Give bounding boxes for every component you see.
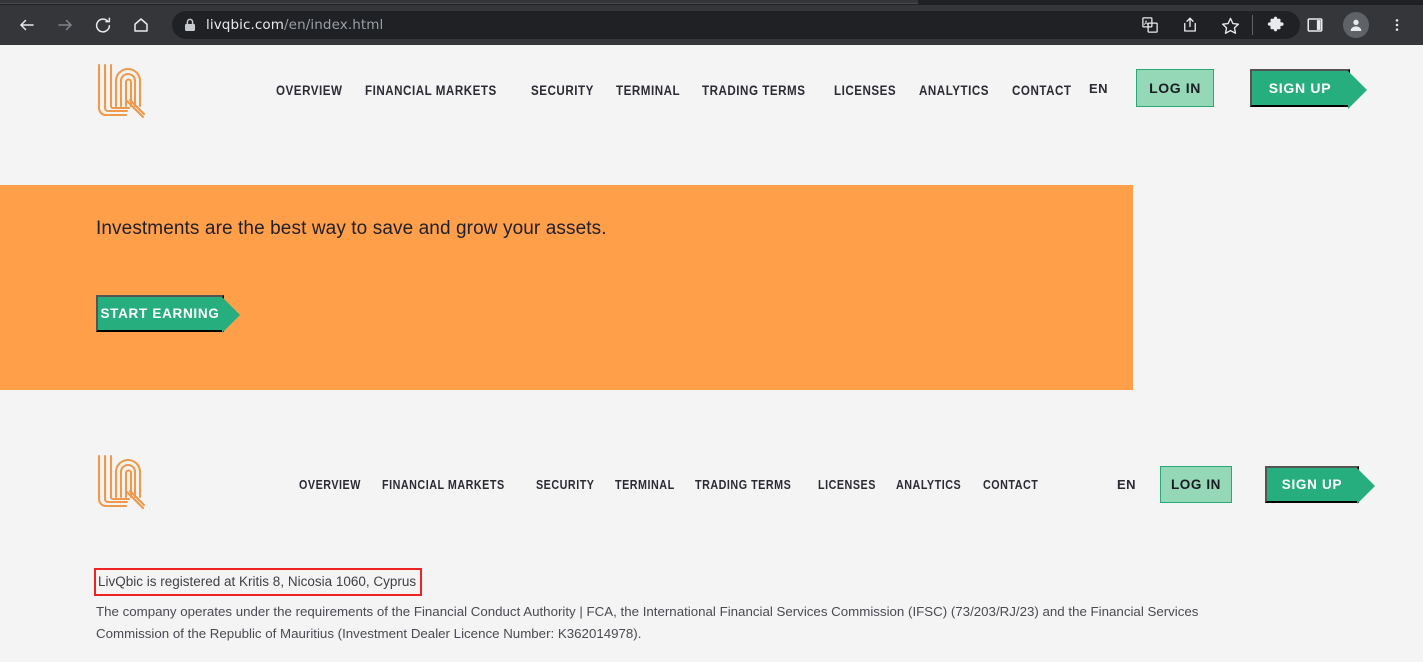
registration-address-highlight: LivQbic is registered at Kritis 8, Nicos… [93, 568, 423, 596]
site-logo[interactable] [96, 62, 146, 122]
hero-title: Investments are the best way to save and… [96, 218, 607, 239]
profile-avatar-icon[interactable] [1343, 12, 1369, 38]
site-header: OVERVIEW FINANCIAL MARKETS SECURITY TERM… [0, 45, 1423, 140]
footer-nav-link-contact[interactable]: CONTACT [983, 478, 1038, 492]
nav-link-trading-terms[interactable]: TRADING TERMS [702, 83, 805, 98]
footer-nav-link-analytics[interactable]: ANALYTICS [896, 478, 961, 492]
nav-link-financial-markets[interactable]: FINANCIAL MARKETS [365, 83, 497, 98]
footer-signup-button[interactable]: SIGN UP [1265, 466, 1375, 504]
browser-nav-buttons [0, 10, 160, 40]
back-icon[interactable] [12, 10, 42, 40]
bookmark-star-icon[interactable] [1216, 11, 1244, 39]
footer-nav-link-terminal[interactable]: TERMINAL [615, 478, 675, 492]
share-icon[interactable] [1176, 11, 1204, 39]
footer-logo[interactable] [96, 453, 146, 513]
header-actions: EN LOG IN SIGN UP [1089, 69, 1367, 109]
footer-actions: EN LOG IN SIGN UP [1117, 466, 1375, 504]
forward-icon[interactable] [50, 10, 80, 40]
translate-icon[interactable]: A [1136, 11, 1164, 39]
footer-language-selector[interactable]: EN [1117, 477, 1136, 492]
nav-link-licenses[interactable]: LICENSES [834, 83, 896, 98]
home-icon[interactable] [126, 10, 156, 40]
browser-toolbar: livqbic.com/en/index.html A [0, 5, 1423, 45]
url-text: livqbic.com/en/index.html [206, 17, 383, 33]
language-selector[interactable]: EN [1089, 81, 1108, 96]
footer-nav-link-financial-markets[interactable]: FINANCIAL MARKETS [382, 478, 505, 492]
site-footer: OVERVIEW FINANCIAL MARKETS SECURITY TERM… [0, 390, 1423, 662]
active-tab[interactable] [0, 0, 918, 4]
footer-nav-link-security[interactable]: SECURITY [536, 478, 594, 492]
nav-link-contact[interactable]: CONTACT [1012, 83, 1072, 98]
toolbar-divider [1252, 15, 1253, 35]
nav-link-terminal[interactable]: TERMINAL [616, 83, 680, 98]
login-button[interactable]: LOG IN [1136, 69, 1214, 107]
footer-login-button[interactable]: LOG IN [1160, 466, 1232, 503]
start-earning-button[interactable]: START EARNING [96, 295, 240, 333]
browser-toolbar-actions: A [1130, 5, 1417, 45]
lock-icon [184, 18, 196, 32]
footer-nav-link-licenses[interactable]: LICENSES [818, 478, 876, 492]
nav-link-overview[interactable]: OVERVIEW [276, 83, 343, 98]
url-path: /en/index.html [284, 17, 384, 33]
chrome-menu-icon[interactable] [1383, 11, 1411, 39]
url-host: livqbic.com [206, 17, 285, 33]
nav-link-security[interactable]: SECURITY [531, 83, 594, 98]
legal-section: LivQbic is registered at Kritis 8, Nicos… [93, 568, 1276, 645]
extensions-puzzle-icon[interactable] [1261, 11, 1289, 39]
footer-nav-link-trading-terms[interactable]: TRADING TERMS [695, 478, 791, 492]
header-nav: OVERVIEW FINANCIAL MARKETS SECURITY TERM… [276, 83, 1093, 98]
signup-button[interactable]: SIGN UP [1250, 69, 1367, 109]
nav-link-analytics[interactable]: ANALYTICS [919, 83, 989, 98]
page-viewport: OVERVIEW FINANCIAL MARKETS SECURITY TERM… [0, 45, 1423, 662]
side-panel-icon[interactable] [1301, 11, 1329, 39]
legal-disclaimer: The company operates under the requireme… [96, 604, 1199, 641]
footer-nav-link-overview[interactable]: OVERVIEW [299, 478, 361, 492]
reload-icon[interactable] [88, 10, 118, 40]
footer-nav: OVERVIEW FINANCIAL MARKETS SECURITY TERM… [299, 478, 1058, 492]
hero-banner: Investments are the best way to save and… [0, 185, 1133, 390]
